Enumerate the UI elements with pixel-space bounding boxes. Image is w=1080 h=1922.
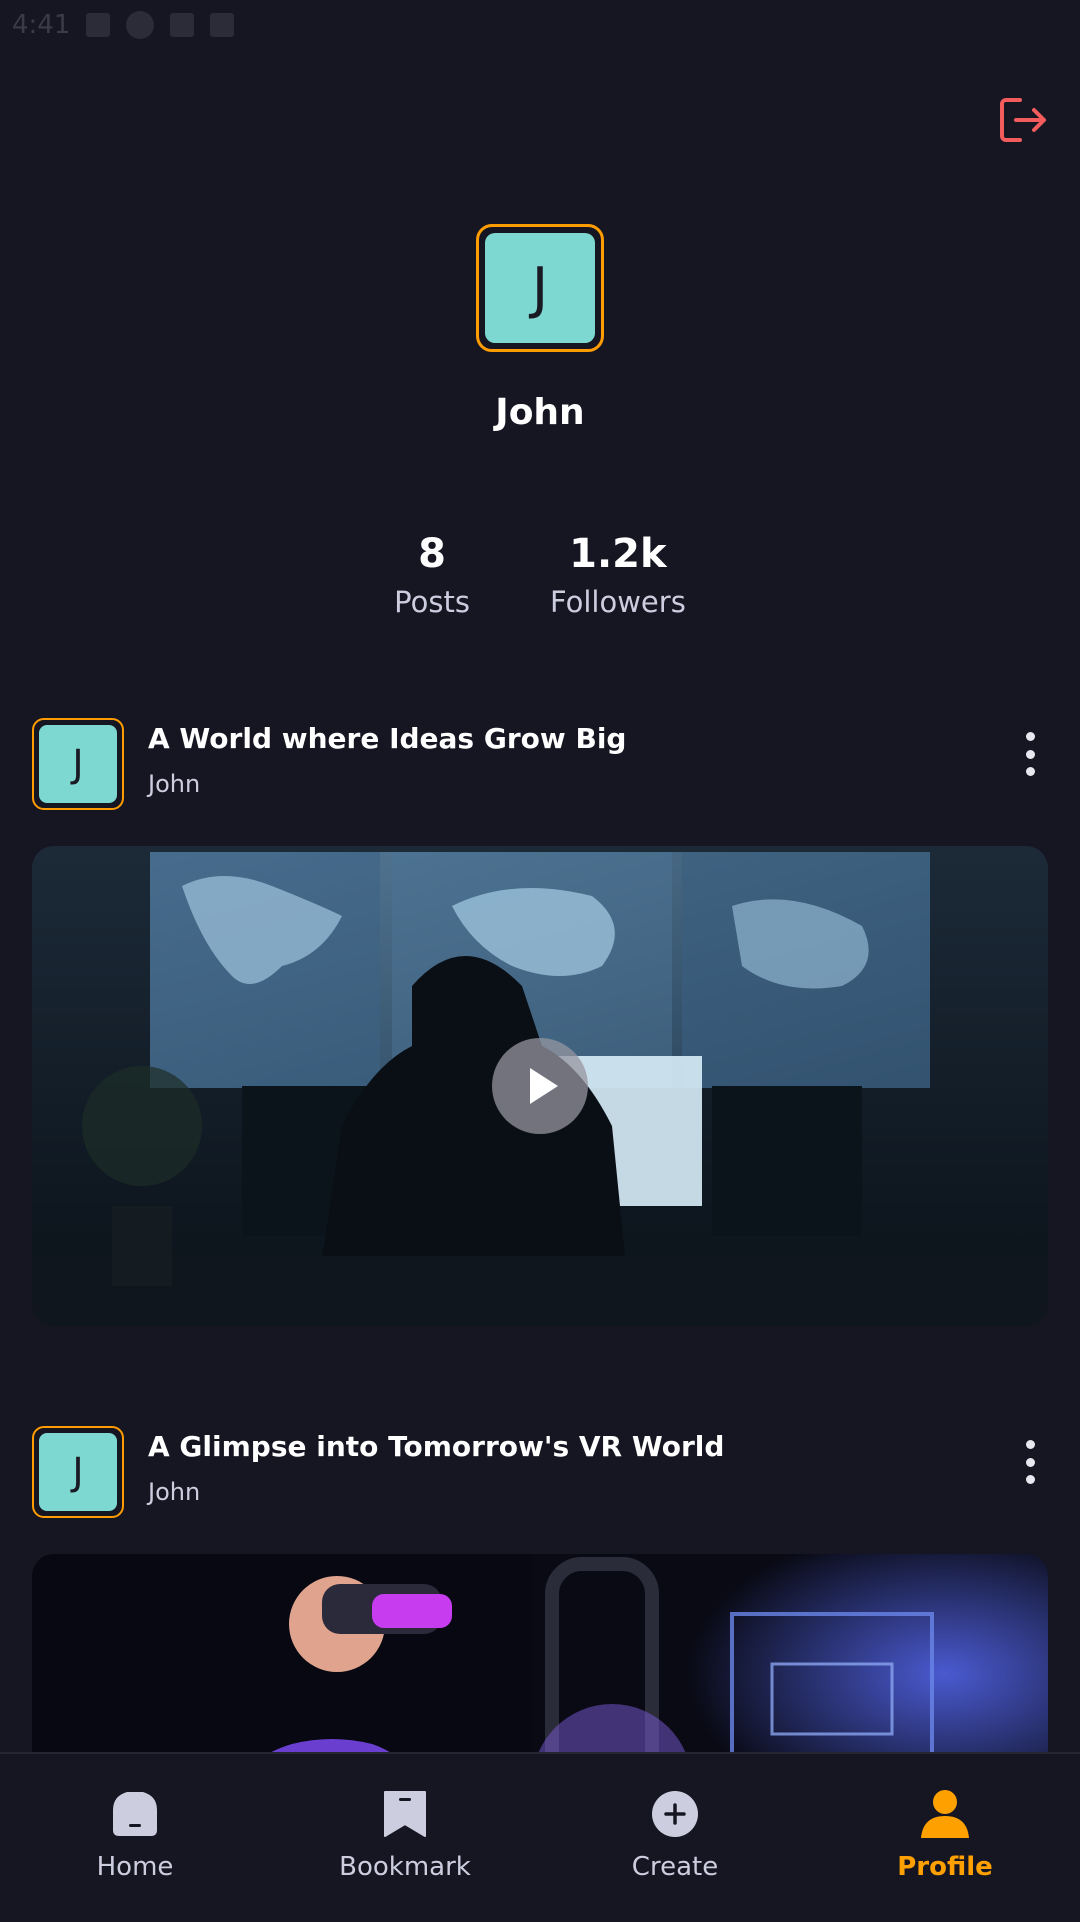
- play-button[interactable]: [492, 1038, 588, 1134]
- dot-icon: [1025, 1475, 1035, 1484]
- video-post: J A World where Ideas Grow Big John: [32, 718, 1048, 1326]
- tab-create-label: Create: [631, 1852, 719, 1882]
- stat-followers-value: 1.2k: [569, 531, 667, 577]
- post-title: A World where Ideas Grow Big: [148, 722, 627, 755]
- video-thumbnail[interactable]: [32, 846, 1048, 1326]
- post-author-avatar-initial: J: [39, 725, 117, 803]
- stat-posts: 8 Posts: [394, 528, 470, 624]
- tab-profile[interactable]: Profile: [810, 1754, 1080, 1922]
- folder-notification-icon: [210, 13, 235, 37]
- status-time: 4:41: [12, 10, 71, 40]
- profile-name: John: [495, 392, 585, 433]
- image-notification-icon: [86, 13, 111, 37]
- post-author-avatar-initial: J: [39, 1433, 117, 1511]
- stat-posts-label: Posts: [394, 585, 470, 619]
- dot-icon: [1025, 767, 1035, 776]
- dot-icon: [1025, 732, 1035, 741]
- tab-home[interactable]: Home: [0, 1754, 270, 1922]
- logout-icon: [1000, 98, 1046, 142]
- play-icon: [530, 1068, 558, 1104]
- post-menu-button[interactable]: [1018, 732, 1042, 776]
- profile-icon: [919, 1788, 971, 1840]
- dot-icon: [1025, 1457, 1035, 1467]
- stat-posts-value: 8: [418, 531, 446, 577]
- post-menu-button[interactable]: [1018, 1440, 1042, 1484]
- profile-stats: 8 Posts 1.2k Followers: [0, 528, 1080, 624]
- post-author: John: [148, 770, 201, 798]
- post-header: J A Glimpse into Tomorrow's VR World Joh…: [32, 1426, 1048, 1518]
- profile-avatar: J: [476, 224, 604, 352]
- status-bar: 4:41: [0, 0, 1080, 50]
- post-title: A Glimpse into Tomorrow's VR World: [148, 1430, 725, 1463]
- post-author: John: [148, 1478, 201, 1506]
- post-author-avatar[interactable]: J: [32, 1426, 124, 1518]
- font-notification-icon: [170, 13, 195, 37]
- tab-create[interactable]: Create: [540, 1754, 810, 1922]
- profile-avatar-initial: J: [485, 233, 595, 343]
- tab-home-label: Home: [96, 1852, 174, 1882]
- dot-icon: [1025, 749, 1035, 759]
- post-header: J A World where Ideas Grow Big John: [32, 718, 1048, 810]
- dot-icon: [1025, 1440, 1035, 1449]
- bottom-tab-bar: Home Bookmark Create Profile: [0, 1752, 1080, 1922]
- app-notification-icon: [126, 11, 155, 39]
- stat-followers: 1.2k Followers: [550, 528, 686, 624]
- stat-followers-label: Followers: [549, 585, 686, 619]
- tab-bookmark[interactable]: Bookmark: [270, 1754, 540, 1922]
- home-icon: [109, 1788, 161, 1840]
- tab-bookmark-label: Bookmark: [339, 1852, 471, 1882]
- logout-button[interactable]: [994, 92, 1050, 148]
- tab-profile-label: Profile: [897, 1852, 993, 1882]
- post-author-avatar[interactable]: J: [32, 718, 124, 810]
- plus-circle-icon: [649, 1788, 701, 1840]
- bookmark-icon: [379, 1788, 431, 1840]
